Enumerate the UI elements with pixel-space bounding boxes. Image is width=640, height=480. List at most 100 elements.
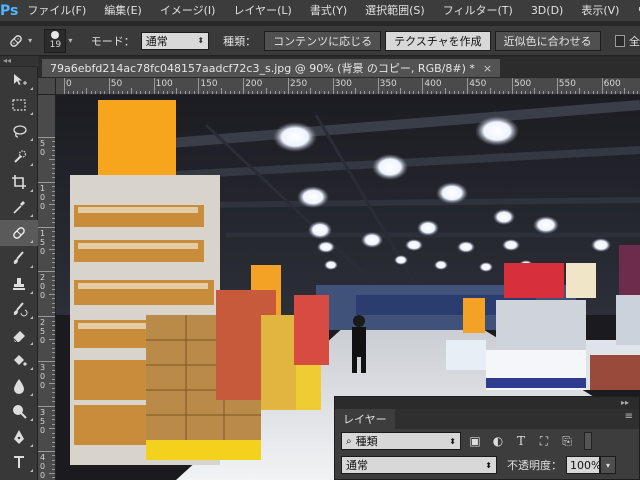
ruler-minor-tick: [52, 414, 55, 416]
tool-group-indicator: [30, 188, 33, 192]
type-option-button[interactable]: テクスチャを作成: [385, 30, 491, 51]
menu-item[interactable]: フィルター(T): [434, 0, 522, 22]
tool-button[interactable]: [0, 450, 38, 476]
menu-item[interactable]: 書式(Y): [301, 0, 356, 22]
menu-item[interactable]: イメージ(I): [151, 0, 225, 22]
image-filter-icon[interactable]: ▣: [466, 432, 484, 450]
tool-button[interactable]: [0, 118, 38, 144]
ruler-minor-tick: [373, 91, 375, 94]
ruler-minor-tick: [52, 365, 55, 367]
tool-button[interactable]: [0, 144, 38, 170]
dodge-tool-icon: [13, 405, 27, 419]
type-option-button[interactable]: コンテンツに応じる: [264, 30, 382, 51]
ruler-minor-tick: [413, 91, 415, 94]
ruler-minor-tick: [52, 163, 55, 165]
menu-item[interactable]: ウィン: [628, 0, 640, 22]
ruler-minor-tick: [234, 91, 236, 94]
ruler-minor-tick: [52, 302, 55, 304]
ruler-minor-tick: [81, 91, 83, 94]
ruler-minor-tick: [637, 91, 639, 94]
ruler-minor-tick: [126, 91, 128, 94]
ruler-minor-tick: [49, 249, 55, 250]
tool-preset-picker[interactable]: ▾: [0, 28, 38, 54]
type-filter-icon[interactable]: T: [512, 432, 530, 450]
ruler-minor-tick: [283, 91, 285, 94]
ruler-minor-tick: [52, 244, 55, 246]
ruler-tick: [288, 78, 289, 94]
ruler-origin[interactable]: [38, 78, 56, 95]
blend-mode-select[interactable]: 通常 ⬍: [341, 456, 497, 474]
ruler-minor-tick: [49, 293, 55, 295]
ruler-tick: [377, 78, 379, 94]
brush-picker-arrow-icon[interactable]: ▾: [68, 36, 76, 45]
ruler-tick: [198, 78, 200, 94]
opacity-input[interactable]: 100%: [566, 456, 601, 474]
toolbox: [0, 67, 38, 480]
tool-button[interactable]: [0, 399, 38, 425]
panel-collapse-icon[interactable]: ▸▸: [621, 398, 629, 407]
toolbox-collapse-toggle[interactable]: ◂◂: [0, 56, 38, 66]
ruler-minor-tick: [520, 91, 522, 94]
opacity-slider-toggle[interactable]: ▾: [600, 456, 616, 474]
ruler-minor-tick: [386, 91, 388, 94]
menu-item[interactable]: ファイル(F): [18, 0, 95, 22]
type-option-button[interactable]: 近似色に合わせる: [494, 30, 601, 51]
ruler-minor-tick: [570, 91, 572, 94]
ruler-tick: [332, 78, 334, 94]
menu-item[interactable]: 編集(E): [95, 0, 151, 22]
tool-button[interactable]: [0, 424, 38, 450]
smart-object-filter-icon[interactable]: ⎘: [558, 432, 576, 450]
brush-size-picker[interactable]: 19: [44, 28, 67, 53]
filter-toggle[interactable]: [584, 432, 592, 450]
menu-item[interactable]: 表示(V): [572, 0, 628, 22]
ruler-minor-tick: [485, 91, 487, 94]
tool-button[interactable]: [0, 322, 38, 348]
tool-button[interactable]: [0, 246, 38, 272]
tool-button[interactable]: [0, 195, 38, 221]
type-segmented-control: コンテンツに応じる テクスチャを作成 近似色に合わせる: [264, 30, 605, 51]
tab-layers[interactable]: レイヤー: [335, 409, 395, 429]
sample-all-layers-checkbox[interactable]: [614, 34, 625, 47]
tool-button[interactable]: [0, 220, 38, 246]
tool-button[interactable]: [0, 93, 38, 119]
tool-button[interactable]: [0, 348, 38, 374]
ruler-minor-tick: [507, 91, 509, 94]
ruler-label: 0: [66, 79, 72, 89]
ruler-minor-tick: [49, 428, 55, 430]
layer-filter-select[interactable]: ⌕ 種類 ⬍: [341, 432, 461, 450]
ruler-tick: [64, 78, 65, 94]
ruler-minor-tick: [52, 307, 55, 309]
shape-filter-icon[interactable]: ⛶: [535, 432, 553, 450]
horizontal-ruler[interactable]: 0 50 100 150 200 250 300 350 400 450 500 550 600: [56, 78, 640, 95]
menu-item[interactable]: レイヤー(L): [224, 0, 300, 22]
close-icon[interactable]: ×: [483, 62, 492, 75]
tool-button[interactable]: [0, 297, 38, 323]
layers-panel: ▸▸ レイヤー ≡ ⌕ 種類 ⬍ ▣ ◐ T ⛶ ⎘ 通常 ⬍ 不透明度： 10…: [334, 396, 640, 480]
tool-group-indicator: [30, 316, 33, 319]
ruler-minor-tick: [279, 91, 281, 94]
ruler-minor-tick: [476, 91, 478, 94]
ruler-minor-tick: [52, 257, 55, 259]
adjustment-filter-icon[interactable]: ◐: [489, 432, 507, 450]
tool-button[interactable]: [0, 169, 38, 195]
ruler-minor-tick: [238, 91, 240, 94]
menu-item[interactable]: 3D(D): [522, 0, 573, 22]
chevron-updown-icon: ⬍: [449, 436, 456, 446]
tool-button[interactable]: [0, 271, 38, 297]
menu-item[interactable]: 選択範囲(S): [356, 0, 434, 22]
document-tab[interactable]: 79a6ebfd214ac78fc048157aadcf72c3_s.jpg @…: [42, 59, 501, 77]
tool-button[interactable]: [0, 373, 38, 399]
vertical-ruler[interactable]: 50 100 150 200 250 300 350 400: [38, 95, 56, 480]
panel-menu-icon[interactable]: ≡: [625, 411, 633, 422]
ruler-minor-tick: [270, 91, 272, 94]
ruler-minor-tick: [274, 91, 276, 94]
tool-button[interactable]: [0, 67, 38, 93]
ruler-label: 450: [469, 79, 487, 89]
mode-select[interactable]: 通常 ⬍: [140, 31, 210, 50]
panel-header[interactable]: ▸▸: [335, 397, 639, 409]
clone-stamp-tool-icon: [13, 277, 25, 290]
ruler-minor-tick: [314, 91, 316, 94]
ruler-label: 300: [40, 363, 46, 390]
quick-selection-tool-icon: [14, 150, 27, 163]
ruler-minor-tick: [131, 88, 133, 94]
